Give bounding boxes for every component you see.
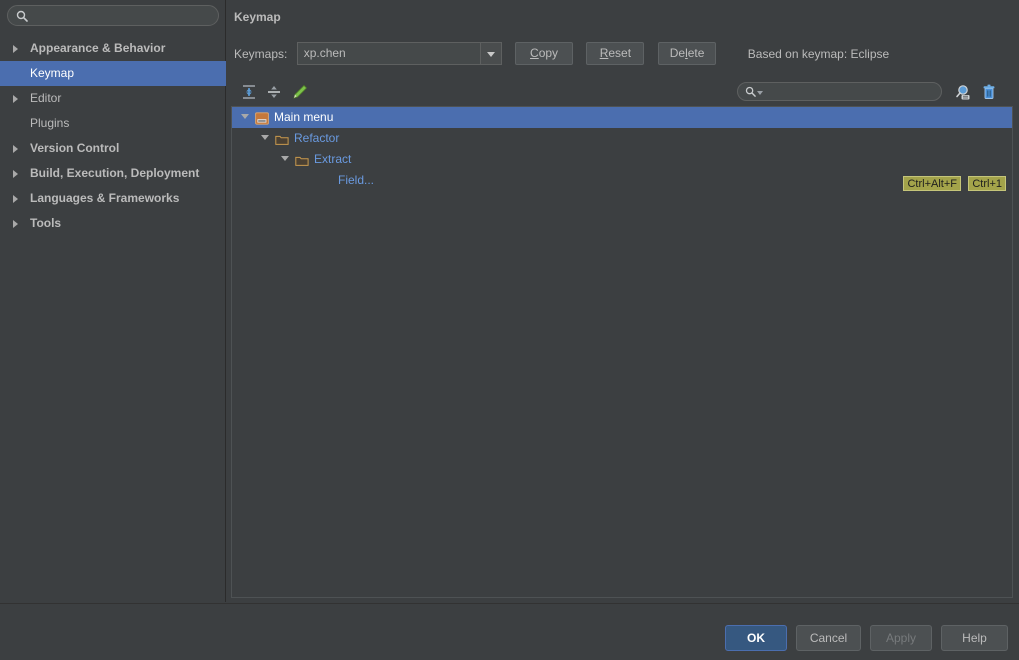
sidebar-item-tools[interactable]: Tools [0, 211, 226, 236]
folder-icon [295, 153, 309, 166]
sidebar-item-label: Version Control [30, 141, 120, 155]
trash-icon[interactable] [979, 82, 999, 102]
chevron-right-icon [13, 195, 18, 203]
copy-button[interactable]: Copy [515, 42, 574, 65]
folder-icon [275, 132, 289, 145]
find-by-shortcut-icon[interactable] [952, 82, 972, 102]
dialog-footer: OK Cancel Apply Help [0, 603, 1019, 660]
sidebar-item-label: Plugins [30, 116, 70, 130]
chevron-down-icon[interactable] [479, 43, 501, 64]
shortcut-badges: Ctrl+Alt+F Ctrl+1 [899, 173, 1006, 194]
chevron-right-icon [13, 220, 18, 228]
sidebar-item-label: Tools [30, 216, 62, 230]
page-title: Keymap [234, 10, 281, 24]
tree-row[interactable]: Field... Ctrl+Alt+F Ctrl+1 [232, 170, 1012, 191]
main-menu-icon [255, 111, 269, 125]
keymap-select[interactable]: xp.chen [296, 42, 502, 65]
settings-dialog: Appearance & Behavior Keymap Editor Plug… [0, 0, 1019, 660]
chevron-down-icon[interactable] [261, 135, 269, 140]
sidebar-item-build-execution-deployment[interactable]: Build, Execution, Deployment [0, 161, 226, 186]
apply-button[interactable]: Apply [870, 625, 932, 651]
sidebar-item-label: Appearance & Behavior [30, 41, 166, 55]
tree-node-label: Extract [314, 152, 352, 166]
help-button[interactable]: Help [941, 625, 1008, 651]
sidebar-item-label: Build, Execution, Deployment [30, 166, 200, 180]
settings-nav-list: Appearance & Behavior Keymap Editor Plug… [0, 36, 226, 236]
keymap-search-input[interactable] [766, 83, 936, 100]
chevron-right-icon [13, 145, 18, 153]
sidebar-item-label: Editor [30, 91, 62, 105]
sidebar-item-plugins[interactable]: Plugins [0, 111, 226, 136]
sidebar-item-keymap[interactable]: Keymap [0, 61, 226, 86]
keymap-panel: Keymap Keymaps: xp.chen Copy Reset Delet… [227, 0, 1019, 602]
sidebar-search-input[interactable] [34, 6, 212, 25]
tree-row[interactable]: Refactor [232, 128, 1012, 149]
cancel-button[interactable]: Cancel [796, 625, 861, 651]
tree-node-label: Field... [338, 173, 375, 187]
delete-button[interactable]: Delete [657, 42, 717, 65]
sidebar-item-languages-frameworks[interactable]: Languages & Frameworks [0, 186, 226, 211]
search-icon [16, 10, 28, 22]
tree-node-label: Refactor [294, 131, 340, 145]
sidebar-item-version-control[interactable]: Version Control [0, 136, 226, 161]
chevron-down-icon[interactable] [757, 91, 763, 95]
chevron-down-icon[interactable] [241, 114, 249, 119]
settings-sidebar: Appearance & Behavior Keymap Editor Plug… [0, 0, 226, 602]
ok-button[interactable]: OK [725, 625, 787, 651]
sidebar-search-pill[interactable] [7, 5, 219, 26]
sidebar-item-appearance-behavior[interactable]: Appearance & Behavior [0, 36, 226, 61]
keymap-tree[interactable]: Main menu Refactor Extract Field... Ctrl… [231, 106, 1013, 598]
sidebar-item-label: Languages & Frameworks [30, 191, 180, 205]
expand-all-icon[interactable] [239, 82, 259, 102]
edit-pencil-icon[interactable] [290, 82, 310, 102]
keymaps-label: Keymaps: [234, 46, 288, 61]
sidebar-item-editor[interactable]: Editor [0, 86, 226, 111]
keymaps-row: Keymaps: xp.chen Copy Reset Delete Based… [234, 42, 889, 66]
sidebar-search[interactable] [7, 5, 219, 26]
keymap-tree-toolbar [234, 80, 1012, 104]
reset-button[interactable]: Reset [586, 42, 645, 65]
tree-node-label: Main menu [274, 110, 334, 124]
search-icon [745, 86, 756, 97]
shortcut-badge: Ctrl+1 [968, 176, 1006, 191]
chevron-right-icon [13, 45, 18, 53]
sidebar-item-label: Keymap [30, 66, 75, 80]
tree-row[interactable]: Extract [232, 149, 1012, 170]
tree-row[interactable]: Main menu [232, 107, 1012, 128]
chevron-right-icon [13, 95, 18, 103]
chevron-down-icon[interactable] [281, 156, 289, 161]
keymap-select-value: xp.chen [303, 46, 346, 60]
based-on-keymap-label: Based on keymap: Eclipse [747, 46, 890, 61]
chevron-right-icon [13, 170, 18, 178]
shortcut-badge: Ctrl+Alt+F [903, 176, 961, 191]
collapse-all-icon[interactable] [264, 82, 284, 102]
keymap-search[interactable] [737, 82, 942, 101]
